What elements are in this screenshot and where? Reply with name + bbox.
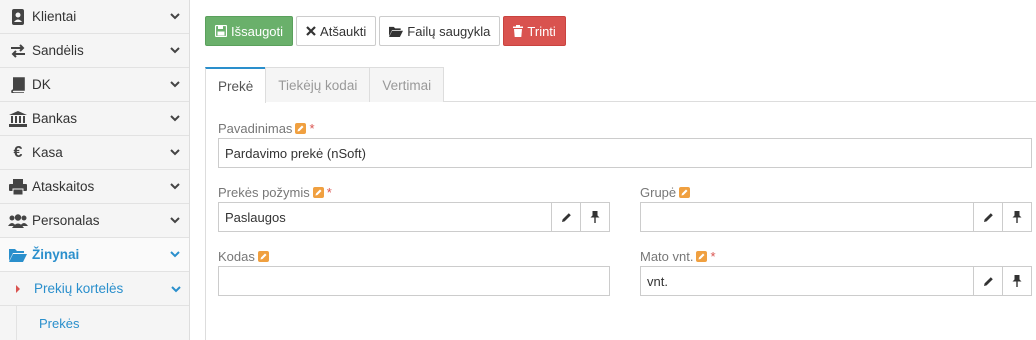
edit-pencil-icon[interactable] <box>679 187 691 198</box>
file-storage-button[interactable]: Failų saugykla <box>379 16 501 46</box>
file-storage-button-label: Failų saugykla <box>407 23 491 39</box>
sidebar-item-kasa[interactable]: € Kasa <box>0 136 189 170</box>
pin-icon <box>590 211 600 223</box>
sidebar-subitem-label: Prekių kortelės <box>34 281 124 296</box>
chevron-down-icon <box>169 217 181 224</box>
group-input[interactable] <box>640 202 974 232</box>
sidebar-item-label: Bankas <box>32 111 78 126</box>
sidebar-item-zinynai[interactable]: Žinynai <box>0 238 189 272</box>
pencil-icon <box>983 212 993 222</box>
delete-button[interactable]: Trinti <box>503 16 566 46</box>
chevron-down-icon <box>169 115 181 122</box>
group-edit-button[interactable] <box>973 202 1003 232</box>
code-input[interactable] <box>218 266 610 296</box>
save-button-label: Išsaugoti <box>231 23 284 39</box>
pencil-icon <box>561 212 571 222</box>
trash-icon <box>513 25 524 37</box>
code-label-text: Kodas <box>218 249 255 264</box>
sidebar-item-label: Personalas <box>32 213 100 228</box>
code-label: Kodas <box>218 249 269 264</box>
pin-icon <box>1012 211 1022 223</box>
chevron-down-icon <box>169 251 181 258</box>
edit-pencil-icon[interactable] <box>295 123 307 134</box>
sidebar-item-label: Žinynai <box>32 247 80 262</box>
chevron-down-icon <box>169 81 181 88</box>
folder-open-icon <box>8 248 28 262</box>
required-asterisk: * <box>309 121 315 136</box>
cancel-button-label: Atšaukti <box>320 23 367 39</box>
sidebar: Klientai Sandėlis DK Bankas € Kasa Atask… <box>0 0 190 340</box>
name-input[interactable]: Pardavimo prekė (nSoft) <box>218 138 1032 168</box>
sidebar-subitem-label: Prekės <box>39 315 80 331</box>
toolbar: Išsaugoti Atšaukti Failų saugykla Trinti <box>205 16 566 46</box>
cancel-button[interactable]: Atšaukti <box>296 16 377 46</box>
close-icon <box>306 26 316 36</box>
required-asterisk: * <box>710 249 716 264</box>
sidebar-item-klientai[interactable]: Klientai <box>0 0 189 34</box>
sidebar-item-label: Ataskaitos <box>32 179 95 194</box>
sidebar-item-sandelis[interactable]: Sandėlis <box>0 34 189 68</box>
sidebar-item-label: Kasa <box>32 145 63 160</box>
address-book-icon <box>8 8 28 25</box>
chevron-down-icon <box>169 183 181 190</box>
chevron-down-icon <box>169 47 181 54</box>
unit-pin-button[interactable] <box>1002 266 1032 296</box>
exchange-arrows-icon <box>8 43 28 58</box>
unit-edit-button[interactable] <box>973 266 1003 296</box>
chevron-down-icon <box>169 149 181 156</box>
unit-input[interactable]: vnt. <box>640 266 974 296</box>
sidebar-item-label: Klientai <box>32 9 77 24</box>
feature-label: Prekės požymis * <box>218 185 332 200</box>
sidebar-subitem-prekes[interactable]: Prekės <box>16 306 189 340</box>
chevron-down-icon <box>171 281 181 296</box>
sidebar-item-personalas[interactable]: Personalas <box>0 204 189 238</box>
tab-tiekeju-kodai[interactable]: Tiekėjų kodai <box>265 67 371 102</box>
group-pin-button[interactable] <box>1002 202 1032 232</box>
sidebar-item-bankas[interactable]: Bankas <box>0 102 189 136</box>
save-button[interactable]: Išsaugoti <box>205 16 294 46</box>
edit-pencil-icon[interactable] <box>257 251 269 262</box>
edit-pencil-icon[interactable] <box>696 251 708 262</box>
feature-edit-button[interactable] <box>551 202 581 232</box>
delete-button-label: Trinti <box>527 23 556 39</box>
name-label: Pavadinimas * <box>218 121 315 136</box>
feature-input[interactable]: Paslaugos <box>218 202 552 232</box>
name-label-text: Pavadinimas <box>218 121 293 136</box>
tab-bar: Prekė Tiekėjų kodai Vertimai <box>205 67 1036 103</box>
group-label-text: Grupė <box>640 185 677 200</box>
pencil-icon <box>983 276 993 286</box>
bank-icon <box>8 110 28 127</box>
floppy-disk-icon <box>215 25 227 37</box>
feature-pin-button[interactable] <box>580 202 610 232</box>
pin-icon <box>1012 275 1022 287</box>
edit-pencil-icon[interactable] <box>312 187 324 198</box>
group-label: Grupė <box>640 185 691 200</box>
unit-label: Mato vnt. * <box>640 249 716 264</box>
sidebar-item-ataskaitos[interactable]: Ataskaitos <box>0 170 189 204</box>
sidebar-item-dk[interactable]: DK <box>0 68 189 102</box>
sidebar-item-label: DK <box>32 77 51 92</box>
feature-label-text: Prekės požymis <box>218 185 310 200</box>
tab-vertimai[interactable]: Vertimai <box>369 67 445 102</box>
folder-open-icon <box>389 26 404 37</box>
required-asterisk: * <box>326 185 332 200</box>
printer-icon <box>8 178 28 195</box>
chevron-down-icon <box>169 13 181 20</box>
sidebar-item-label: Sandėlis <box>32 43 84 58</box>
book-icon <box>8 76 28 93</box>
unit-label-text: Mato vnt. <box>640 249 694 264</box>
tab-preke[interactable]: Prekė <box>205 67 267 103</box>
sidebar-subitem-prekiu-korteles[interactable]: Prekių kortelės <box>0 272 189 306</box>
euro-icon: € <box>13 143 23 161</box>
users-icon <box>8 213 28 228</box>
